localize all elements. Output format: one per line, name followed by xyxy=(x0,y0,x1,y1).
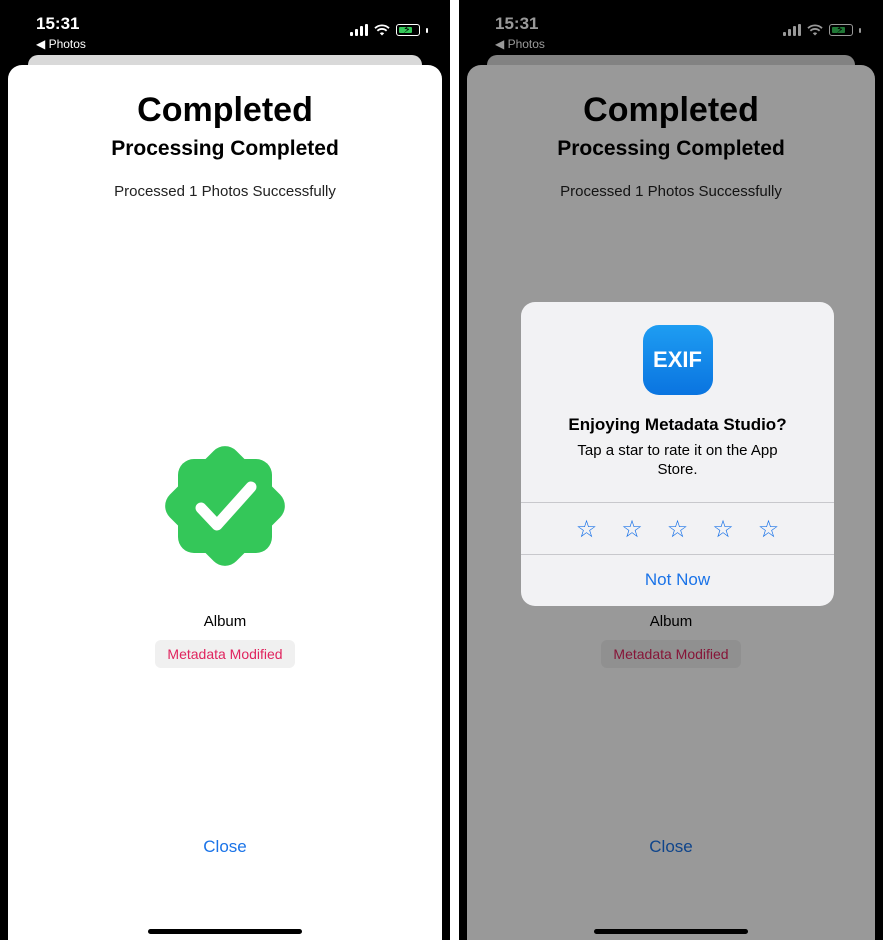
wifi-icon xyxy=(374,24,390,36)
alert-title: Enjoying Metadata Studio? xyxy=(568,415,787,434)
page-title: Completed xyxy=(137,91,313,129)
star-icon[interactable]: ☆ xyxy=(621,515,643,544)
completion-sheet: Completed Processing Completed Processed… xyxy=(8,65,442,940)
metadata-modified-chip: Metadata Modified xyxy=(155,640,295,668)
screenshot-divider xyxy=(450,0,459,940)
screen-rating-prompt: 15:31 ◀ Photos ⚡ Completed Processing Co… xyxy=(459,0,883,940)
close-button[interactable]: Close xyxy=(8,837,442,857)
cellular-signal-icon xyxy=(350,24,368,36)
exif-app-icon: EXIF xyxy=(642,325,713,395)
star-icon[interactable]: ☆ xyxy=(576,515,598,544)
home-indicator[interactable] xyxy=(148,929,302,934)
album-label: Album xyxy=(203,613,247,630)
screen-completed: 15:31 ◀ Photos ⚡ Completed Processing Co… xyxy=(0,0,450,940)
battery-cap xyxy=(426,27,428,33)
star-rating-row: ☆ ☆ ☆ ☆ ☆ xyxy=(521,515,834,544)
status-time: 15:31 xyxy=(36,14,80,33)
chip-row: Metadata Modified xyxy=(8,640,442,668)
rating-alert: EXIF Enjoying Metadata Studio? Tap a sta… xyxy=(521,302,834,606)
not-now-button[interactable]: Not Now xyxy=(521,570,834,590)
alert-divider xyxy=(521,502,834,503)
star-icon[interactable]: ☆ xyxy=(758,515,780,544)
page-subtitle: Processing Completed xyxy=(111,137,339,160)
back-to-photos-link[interactable]: ◀ Photos xyxy=(36,37,86,51)
alert-divider xyxy=(521,554,834,555)
battery-charging-icon: ⚡ xyxy=(396,24,420,36)
checkmark-seal-icon xyxy=(160,441,290,571)
status-bar: 15:31 ◀ Photos ⚡ xyxy=(0,0,450,60)
star-icon[interactable]: ☆ xyxy=(667,515,689,544)
status-icons: ⚡ xyxy=(350,24,428,36)
alert-message: Tap a star to rate it on the App Store. xyxy=(577,442,778,478)
summary-text: Processed 1 Photos Successfully xyxy=(114,183,336,200)
star-icon[interactable]: ☆ xyxy=(712,515,734,544)
